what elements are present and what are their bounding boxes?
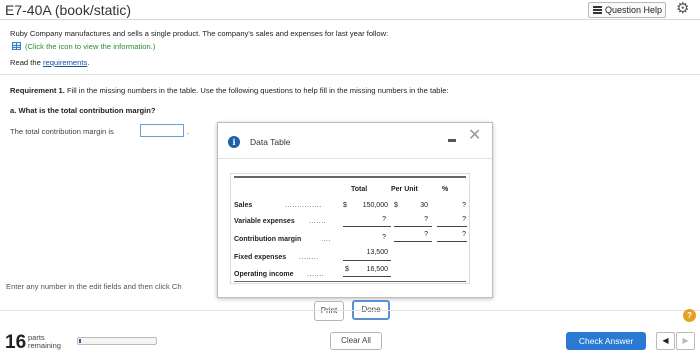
table-icon[interactable]: [12, 42, 21, 50]
row-sales-total: 150,000: [362, 202, 388, 209]
header-total: Total: [351, 186, 368, 193]
question-a: a. What is the total contribution margin…: [10, 106, 156, 115]
row-operating-total-line: [343, 276, 391, 277]
row-fixed-dots: ........: [299, 254, 319, 261]
row-variable-total-line: [343, 226, 391, 227]
minimize-icon[interactable]: [448, 139, 456, 142]
row-contribution-per-unit: ?: [424, 231, 428, 238]
requirements-link[interactable]: requirements: [43, 58, 87, 67]
row-contribution-label: Contribution margin: [234, 236, 302, 243]
table-bottom-rule: [234, 281, 466, 282]
row-variable-percent: ?: [462, 216, 466, 223]
gear-icon[interactable]: ⚙: [676, 1, 689, 17]
bottom-divider: [0, 310, 700, 311]
requirement-line: Requirement 1. Fill in the missing numbe…: [10, 86, 449, 95]
contribution-margin-input[interactable]: [140, 124, 184, 137]
row-sales-label: Sales: [234, 202, 253, 209]
row-sales-dollar-total: $: [343, 202, 347, 209]
row-operating-dots: .......: [307, 271, 325, 278]
row-fixed-total-line: [343, 260, 391, 261]
row-contribution-percent-line: [437, 241, 467, 242]
close-icon[interactable]: ✕: [468, 128, 481, 144]
menu-lines-icon: [593, 6, 602, 14]
row-variable-label: Variable expenses: [234, 218, 295, 225]
row-operating-dollar-total: $: [345, 266, 349, 273]
row-operating-label: Operating income: [234, 271, 294, 278]
row-sales-dots: ...............: [285, 202, 322, 209]
row-variable-percent-line: [437, 226, 467, 227]
next-arrow-icon[interactable]: ▶: [676, 332, 695, 350]
progress-fill: [79, 339, 81, 343]
row-variable-total: ?: [382, 216, 386, 223]
row-variable-per-unit: ?: [424, 216, 428, 223]
row-fixed-label: Fixed expenses: [234, 254, 287, 261]
requirement-label: Requirement 1.: [10, 86, 65, 95]
check-answer-button[interactable]: Check Answer: [566, 332, 646, 350]
row-sales-dollar-unit: $: [394, 202, 398, 209]
row-fixed-total: 13,500: [366, 249, 388, 256]
read-suffix: .: [87, 58, 90, 67]
row-sales-percent: ?: [462, 202, 466, 209]
answer-suffix: .: [187, 127, 190, 136]
parts-count: 16: [5, 332, 27, 353]
modal-title: Data Table: [250, 137, 291, 147]
row-contribution-total: ?: [382, 234, 386, 241]
question-help-button[interactable]: Question Help: [588, 2, 666, 18]
print-button[interactable]: Print: [314, 301, 344, 321]
divider: [0, 74, 700, 75]
top-bar: E7-40A (book/static) Question Help ⚙: [0, 0, 700, 20]
clear-all-button[interactable]: Clear All: [330, 332, 382, 350]
footer-hint: Enter any number in the edit fields and …: [6, 282, 182, 291]
table-top-rule: [234, 176, 466, 178]
problem-intro: Ruby Company manufactures and sells a si…: [10, 29, 389, 38]
row-contribution-dots: ....: [321, 236, 331, 243]
answer-prefix: The total contribution margin is: [10, 127, 114, 136]
data-table: Total Per Unit % Sales ............... $…: [230, 173, 470, 284]
requirement-text: Fill in the missing numbers in the table…: [64, 86, 449, 95]
help-icon[interactable]: ?: [683, 309, 696, 322]
row-operating-total: 16,500: [366, 266, 388, 273]
row-variable-unit-line: [394, 226, 432, 227]
question-help-label: Question Help: [605, 5, 663, 15]
page-title: E7-40A (book/static): [5, 2, 132, 18]
header-percent: %: [442, 186, 449, 193]
row-contribution-percent: ?: [462, 231, 466, 238]
row-variable-dots: .......: [309, 218, 327, 225]
row-contribution-unit-line: [394, 241, 432, 242]
info-link[interactable]: (Click the icon to view the information.…: [25, 42, 155, 51]
requirements-line: Read the requirements.: [10, 58, 89, 67]
header-per-unit: Per Unit: [391, 186, 418, 193]
read-prefix: Read the: [10, 58, 43, 67]
info-icon: i: [228, 136, 240, 148]
parts-label: parts remaining: [28, 334, 61, 350]
data-table-modal: i Data Table ✕ Total Per Unit % Sales ..…: [217, 122, 493, 321]
modal-header: i Data Table ✕: [218, 123, 492, 159]
parts-label-line2: remaining: [28, 341, 61, 350]
prev-arrow-icon[interactable]: ◀: [656, 332, 675, 350]
row-sales-per-unit: 30: [420, 202, 428, 209]
progress-bar: [77, 337, 157, 345]
